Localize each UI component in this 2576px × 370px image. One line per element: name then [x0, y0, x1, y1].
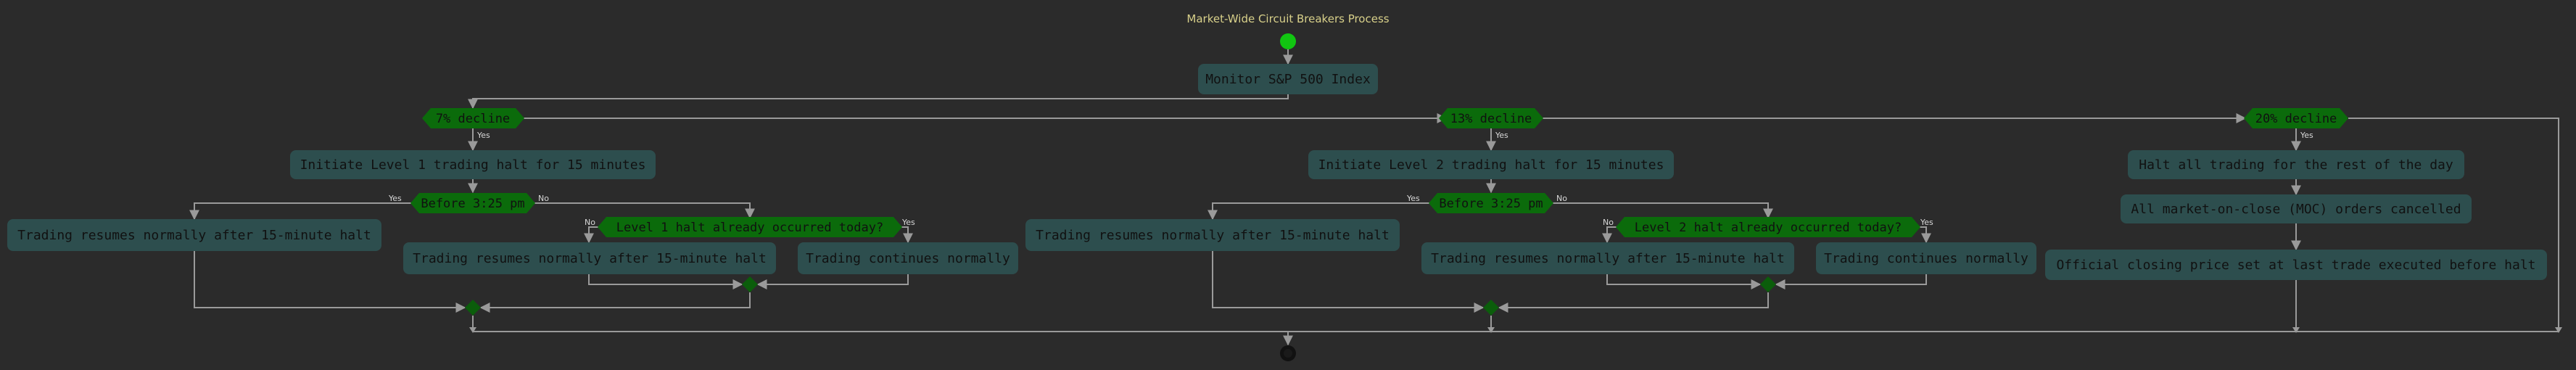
activity-l3-close-label: Official closing price set at last trade…: [2056, 258, 2535, 273]
decision-7-percent: 7% decline: [422, 108, 524, 128]
decision-13-percent-label: 13% decline: [1450, 112, 1532, 126]
decision-l1-time: Before 3:25 pm: [410, 193, 535, 213]
activity-l1-resume-b-label: Trading resumes normally after 15-minute…: [413, 251, 767, 266]
decision-13-percent: 13% decline: [1439, 108, 1543, 128]
merge-l2-outer: [1483, 300, 1499, 316]
activity-l3-moc-label: All market-on-close (MOC) orders cancell…: [2131, 202, 2461, 217]
activity-l1-resume-a: Trading resumes normally after 15-minute…: [7, 219, 381, 251]
activity-l3-halt-label: Halt all trading for the rest of the day: [2139, 157, 2453, 173]
edge-label-yes-l2-time: Yes: [1406, 194, 1420, 203]
edge-label-yes-l2-prior: Yes: [1920, 218, 1933, 227]
start-node: [1280, 33, 1296, 49]
activity-l3-moc: All market-on-close (MOC) orders cancell…: [2121, 194, 2472, 223]
activity-l2-resume-a: Trading resumes normally after 15-minute…: [1025, 219, 1400, 251]
decision-l1-prior-label: Level 1 halt already occurred today?: [616, 221, 883, 235]
activity-l1-halt: Initiate Level 1 trading halt for 15 min…: [290, 150, 656, 179]
merge-l1-outer: [465, 300, 481, 316]
decision-l2-prior-label: Level 2 halt already occurred today?: [1635, 221, 1902, 235]
edge-label-no-l2-time: No: [1556, 194, 1567, 203]
activity-l3-close: Official closing price set at last trade…: [2045, 250, 2547, 280]
edge-label-yes-d20: Yes: [2300, 131, 2313, 140]
decision-20-percent: 20% decline: [2244, 108, 2348, 128]
activity-l2-resume-b: Trading resumes normally after 15-minute…: [1421, 242, 1794, 274]
activity-l1-resume-a-label: Trading resumes normally after 15-minute…: [17, 228, 371, 243]
activity-monitor-label: Monitor S&P 500 Index: [1205, 72, 1371, 87]
diagram-title: Market-Wide Circuit Breakers Process: [1186, 12, 1389, 25]
decision-l2-time: Before 3:25 pm: [1429, 193, 1553, 213]
activity-l1-continue-label: Trading continues normally: [806, 251, 1010, 266]
decision-l2-time-label: Before 3:25 pm: [1439, 197, 1543, 211]
activity-l3-halt: Halt all trading for the rest of the day: [2128, 150, 2464, 179]
edge-label-no-l2-prior: No: [1603, 218, 1614, 227]
decision-l1-prior: Level 1 halt already occurred today?: [598, 217, 902, 237]
activity-l2-continue-label: Trading continues normally: [1824, 251, 2028, 266]
decision-20-percent-label: 20% decline: [2255, 112, 2337, 126]
activity-l1-continue: Trading continues normally: [798, 242, 1018, 274]
activity-l2-halt-label: Initiate Level 2 trading halt for 15 min…: [1318, 157, 1664, 173]
activity-l2-resume-a-label: Trading resumes normally after 15-minute…: [1036, 228, 1390, 243]
activity-l2-continue: Trading continues normally: [1816, 242, 2036, 274]
edge-label-no-l1-prior: No: [585, 218, 595, 227]
edge-label-yes-d7: Yes: [476, 131, 490, 140]
activity-l2-halt: Initiate Level 2 trading halt for 15 min…: [1308, 150, 1674, 179]
decision-7-percent-label: 7% decline: [436, 112, 510, 126]
merge-l2-inner: [1760, 276, 1776, 292]
edge-label-yes-l1-time: Yes: [388, 194, 402, 203]
end-node-inner: [1284, 349, 1292, 358]
activity-l1-resume-b: Trading resumes normally after 15-minute…: [403, 242, 776, 274]
activity-diagram: Market-Wide Circuit Breakers Process Mon…: [7, 12, 2562, 361]
edge-label-yes-d13: Yes: [1495, 131, 1508, 140]
decision-l2-prior: Level 2 halt already occurred today?: [1616, 217, 1920, 237]
edge-label-yes-l1-prior: Yes: [901, 218, 915, 227]
activity-monitor: Monitor S&P 500 Index: [1198, 64, 1378, 94]
activity-l1-halt-label: Initiate Level 1 trading halt for 15 min…: [300, 157, 646, 173]
activity-l2-resume-b-label: Trading resumes normally after 15-minute…: [1431, 251, 1785, 266]
decision-l1-time-label: Before 3:25 pm: [421, 197, 524, 211]
merge-l1-inner: [742, 276, 758, 292]
edge-label-no-l1-time: No: [538, 194, 549, 203]
